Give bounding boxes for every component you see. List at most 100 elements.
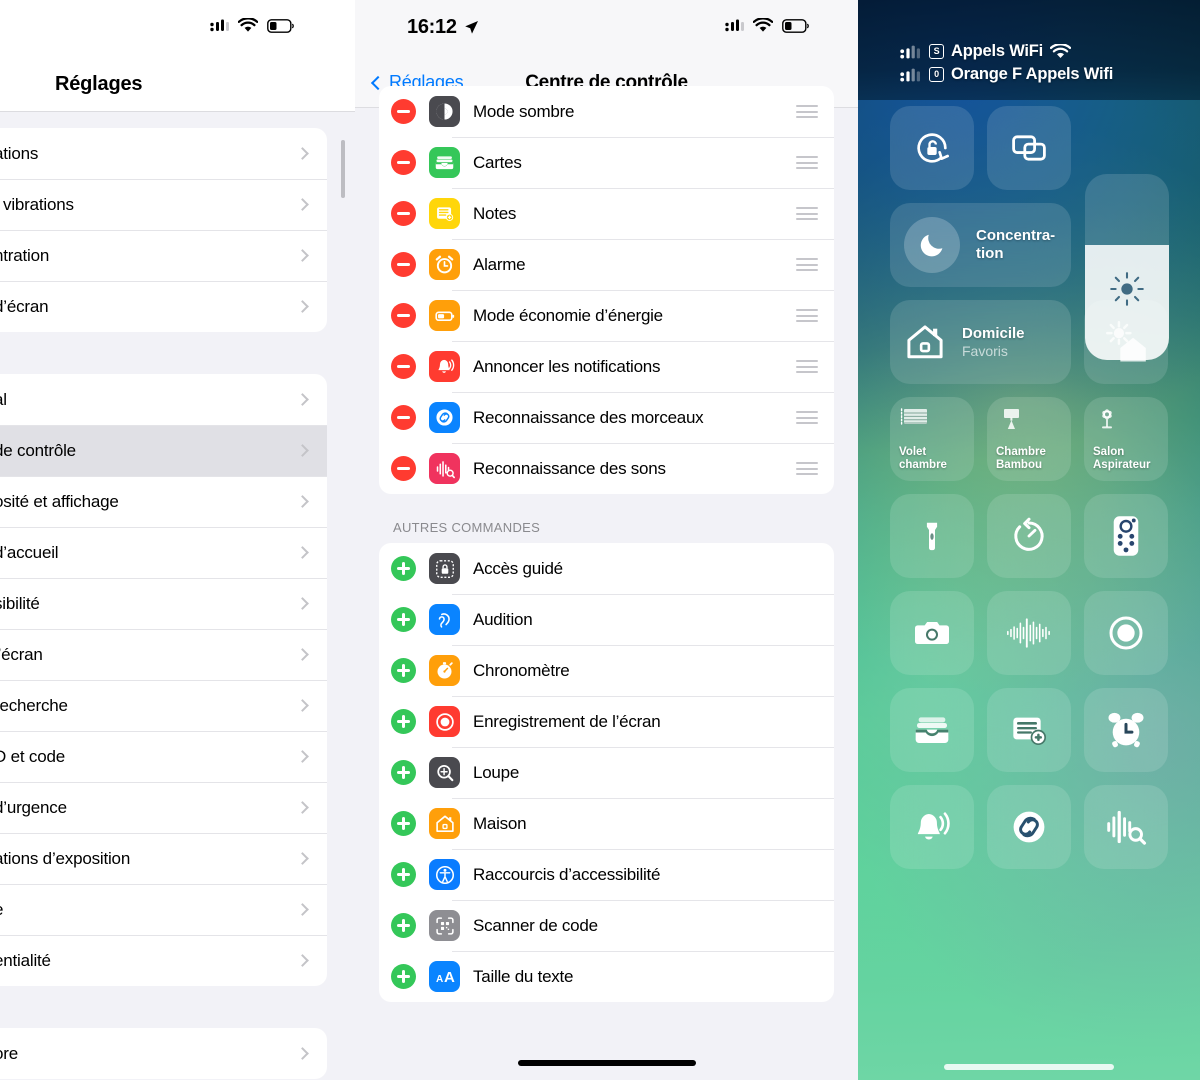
sidebar-item-battery[interactable]: e	[0, 884, 327, 935]
sidebar-item-sounds[interactable]: t vibrations	[0, 179, 327, 230]
control-row-code-scanner[interactable]: Scanner de code	[379, 900, 834, 951]
remove-control-button[interactable]	[391, 150, 416, 175]
screen-record-icon	[1106, 613, 1146, 653]
control-row-music-recognition[interactable]: Reconnaissance des morceaux	[379, 392, 834, 443]
apple-tv-remote-tile[interactable]	[1084, 494, 1168, 578]
control-center-panel: S Appels WiFi 0 Orange F Appels Wifi Con…	[858, 0, 1200, 1080]
home-tile[interactable]: Domicile Favoris	[890, 300, 1071, 384]
add-control-button[interactable]	[391, 760, 416, 785]
list-item-label: t vibrations	[0, 194, 74, 214]
remove-control-button[interactable]	[391, 252, 416, 277]
remove-control-button[interactable]	[391, 303, 416, 328]
sidebar-item-display-brightness[interactable]: osité et affichage	[0, 476, 327, 527]
home-bar-icon[interactable]	[944, 1064, 1114, 1070]
accessibility-icon	[429, 859, 460, 890]
reorder-grip-icon[interactable]	[796, 411, 818, 424]
sidebar-item-focus[interactable]: ntration	[0, 230, 327, 281]
control-label: Mode sombre	[473, 101, 575, 121]
control-row-stopwatch[interactable]: Chronomètre	[379, 645, 834, 696]
accessory-label: Chambre Bambou	[996, 446, 1046, 471]
control-row-notes[interactable]: Notes	[379, 188, 834, 239]
remove-control-button[interactable]	[391, 201, 416, 226]
left-scrollbar[interactable]	[341, 140, 345, 198]
accessory-tile-fan[interactable]: Salon Aspirateur	[1084, 397, 1168, 481]
add-control-button[interactable]	[391, 709, 416, 734]
sidebar-item-emergency-sos[interactable]: d’urgence	[0, 782, 327, 833]
reorder-grip-icon[interactable]	[796, 258, 818, 271]
reorder-grip-icon[interactable]	[796, 462, 818, 475]
remove-control-button[interactable]	[391, 405, 416, 430]
control-row-screen-recording[interactable]: Enregistrement de l’écran	[379, 696, 834, 747]
control-row-text-size[interactable]: AA Taille du texte	[379, 951, 834, 1002]
control-row-hearing[interactable]: Audition	[379, 594, 834, 645]
remove-control-button[interactable]	[391, 99, 416, 124]
left-settings-scroll[interactable]: ations t vibrations ntration d’écran al	[0, 112, 355, 1079]
reorder-grip-icon[interactable]	[796, 105, 818, 118]
sidebar-item-app-store[interactable]: ore	[0, 1028, 327, 1079]
list-item-label: l’écran	[0, 644, 43, 664]
sidebar-item-siri-search[interactable]: recherche	[0, 680, 327, 731]
add-control-button[interactable]	[391, 556, 416, 581]
sidebar-item-screen-time[interactable]: d’écran	[0, 281, 327, 332]
sound-recognition-tile[interactable]	[1084, 785, 1168, 869]
rotation-lock-tile[interactable]	[890, 106, 974, 190]
reorder-grip-icon[interactable]	[796, 309, 818, 322]
screen-record-tile[interactable]	[1084, 591, 1168, 675]
brightness-slider[interactable]	[1085, 174, 1169, 360]
add-control-button[interactable]	[391, 913, 416, 938]
mid-scroll-body[interactable]: Mode sombre Cartes Notes Alarme Mode éco…	[355, 86, 858, 1002]
home-bar-icon[interactable]	[517, 1060, 696, 1066]
control-row-sound-recognition[interactable]: Reconnaissance des sons	[379, 443, 834, 494]
control-row-home[interactable]: Maison	[379, 798, 834, 849]
add-control-button[interactable]	[391, 658, 416, 683]
timer-tile[interactable]	[987, 494, 1071, 578]
control-row-announce-notifications[interactable]: Annoncer les notifications	[379, 341, 834, 392]
home-tile-title: Domicile	[962, 325, 1025, 342]
sidebar-item-exposure-notifications[interactable]: ations d’exposition	[0, 833, 327, 884]
control-row-wallet[interactable]: Cartes	[379, 137, 834, 188]
sidebar-item-faceid-passcode[interactable]: D et code	[0, 731, 327, 782]
control-row-low-power[interactable]: Mode économie d’énergie	[379, 290, 834, 341]
add-control-button[interactable]	[391, 964, 416, 989]
add-control-button[interactable]	[391, 811, 416, 836]
included-controls-group: Mode sombre Cartes Notes Alarme Mode éco…	[379, 86, 834, 494]
control-row-dark-mode[interactable]: Mode sombre	[379, 86, 834, 137]
sidebar-item-notifications[interactable]: ations	[0, 128, 327, 179]
add-control-button[interactable]	[391, 607, 416, 632]
shazam-icon	[1007, 805, 1051, 849]
blinds-icon	[899, 407, 929, 433]
remove-control-button[interactable]	[391, 456, 416, 481]
voice-memo-tile[interactable]	[987, 591, 1071, 675]
control-row-guided-access[interactable]: Accès guidé	[379, 543, 834, 594]
notes-tile[interactable]	[987, 688, 1071, 772]
accessory-tile-lamp[interactable]: Chambre Bambou	[987, 397, 1071, 481]
reorder-grip-icon[interactable]	[796, 156, 818, 169]
alarm-tile[interactable]	[1084, 688, 1168, 772]
sidebar-item-general[interactable]: al	[0, 374, 327, 425]
announce-notifications-tile[interactable]	[890, 785, 974, 869]
notes-add-icon	[429, 198, 460, 229]
carrier-label: Orange F Appels Wifi	[951, 65, 1114, 83]
cc-home-indicator-area	[858, 1064, 1200, 1070]
sidebar-item-control-center[interactable]: de contrôle	[0, 425, 327, 476]
control-row-accessibility-shortcuts[interactable]: Raccourcis d’accessibilité	[379, 849, 834, 900]
focus-tile[interactable]: Concentra- tion	[890, 203, 1071, 287]
reorder-grip-icon[interactable]	[796, 360, 818, 373]
sidebar-item-wallpaper[interactable]: l’écran	[0, 629, 327, 680]
sidebar-item-privacy[interactable]: entialité	[0, 935, 327, 986]
remove-control-button[interactable]	[391, 354, 416, 379]
accessory-tile-volet[interactable]: Volet chambre	[890, 397, 974, 481]
music-recognition-tile[interactable]	[987, 785, 1071, 869]
control-row-magnifier[interactable]: Loupe	[379, 747, 834, 798]
reorder-grip-icon[interactable]	[796, 207, 818, 220]
screen-mirroring-tile[interactable]	[987, 106, 1071, 190]
add-control-button[interactable]	[391, 862, 416, 887]
wallet-tile[interactable]	[890, 688, 974, 772]
control-row-alarm[interactable]: Alarme	[379, 239, 834, 290]
flashlight-tile[interactable]	[890, 494, 974, 578]
guided-access-lock-icon	[429, 553, 460, 584]
sidebar-item-accessibility[interactable]: sibilité	[0, 578, 327, 629]
sidebar-item-home-screen[interactable]: d’accueil	[0, 527, 327, 578]
camera-tile[interactable]	[890, 591, 974, 675]
home-tile-subtitle: Favoris	[962, 343, 1008, 359]
